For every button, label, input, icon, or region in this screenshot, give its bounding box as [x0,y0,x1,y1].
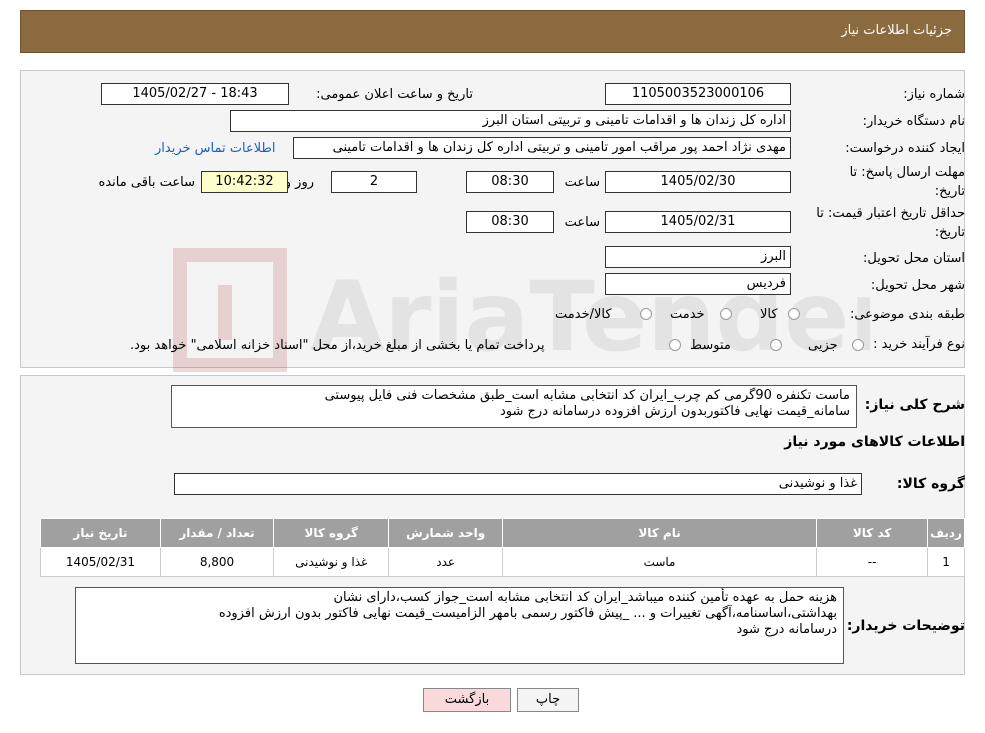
process-radio-medium[interactable] [770,339,782,351]
announce-value: 1405/02/27 - 18:43 [132,86,258,101]
description-line-1: ماست تکنفره 90گرمی کم چرب_ایران کد انتخا… [324,388,850,403]
goods-table-header: ردیف کد کالا نام کالا واحد شمارش گروه کا… [40,518,965,548]
description-textarea[interactable]: ماست تکنفره 90گرمی کم چرب_ایران کد انتخا… [171,385,857,428]
category-label: طبقه بندی موضوعی: [849,307,965,322]
payment-note: پرداخت تمام یا بخشی از مبلغ خرید،از محل … [130,338,545,353]
cell-name: ماست [501,547,818,577]
province-field: البرز [605,246,791,268]
category-radio-both[interactable] [640,308,652,320]
city-field: فردیس [605,273,791,295]
validity-label-2: تاریخ: [934,225,965,240]
goods-section-title: اطلاعات کالاهای مورد نیاز [784,434,965,450]
category-radio-service[interactable] [720,308,732,320]
page-title: جزئیات اطلاعات نیاز [841,23,952,38]
col-unit: واحد شمارش [388,518,503,548]
announce-field: 1405/02/27 - 18:43 [101,83,289,105]
cell-date: 1405/02/31 [40,547,161,577]
col-name: نام کالا [501,518,818,548]
process-option-medium: متوسط [690,338,731,353]
process-option-minor: جزیی [808,338,838,353]
deadline-label-2: تاریخ: [934,184,965,199]
remaining-label: ساعت باقی مانده [98,175,195,190]
goods-group-field: غذا و نوشیدنی [174,473,862,495]
deadline-time-field: 08:30 [466,171,554,193]
col-group: گروه کالا [273,518,390,548]
process-label: نوع فرآیند خرید : [873,337,965,352]
buyer-notes-line-2: بهداشتی،اساسنامه،آگهی تغییرات و ... _پیش… [218,606,837,621]
city-label: شهر محل تحویل: [870,278,965,293]
print-button[interactable]: چاپ [517,688,579,712]
deadline-date-field: 1405/02/30 [605,171,791,193]
cell-row: 1 [927,547,965,577]
deadline-time-label: ساعت [564,175,600,190]
cell-quantity: 8,800 [159,547,275,577]
col-row: ردیف [927,518,965,548]
validity-time-label: ساعت [564,215,600,230]
buyer-notes-line-1: هزینه حمل به عهده تأمین کننده میباشد_ایر… [333,590,837,605]
buyer-org-field: اداره کل زندان ها و اقدامات تامینی و ترب… [230,110,791,132]
cell-unit: عدد [388,547,503,577]
category-option-goods: کالا [760,307,778,322]
creator-field: مهدی نژاد احمد پور مراقب امور تامینی و ت… [293,137,791,159]
buyer-notes-label: توضیحات خریدار: [846,618,965,634]
remaining-time-field: 10:42:32 [201,171,288,193]
deadline-label: مهلت ارسال پاسخ: تا [849,165,965,180]
days-field: 2 [331,171,417,193]
col-code: کد کالا [816,518,929,548]
category-radio-goods[interactable] [788,308,800,320]
goods-table: ردیف کد کالا نام کالا واحد شمارش گروه کا… [40,518,965,577]
goods-group-label: گروه کالا: [896,476,965,492]
validity-time-field: 08:30 [466,211,554,233]
need-number-label: شماره نیاز: [903,87,965,102]
buyer-org-label: نام دستگاه خریدار: [862,114,965,129]
col-date: تاریخ نیاز [40,518,161,548]
buyer-notes-textarea[interactable]: هزینه حمل به عهده تأمین کننده میباشد_ایر… [75,587,844,664]
province-label: استان محل تحویل: [863,251,965,266]
col-quantity: تعداد / مقدار [159,518,275,548]
creator-label: ایجاد کننده درخواست: [845,141,965,156]
validity-label: حداقل تاریخ اعتبار قیمت: تا [816,206,965,221]
description-line-2: سامانه_قیمت نهایی فاکتوربدون ارزش افزوده… [500,404,850,419]
page-header: جزئیات اطلاعات نیاز [20,10,965,53]
category-option-both: کالا/خدمت [555,307,612,322]
days-label: روز و [284,175,314,190]
process-radio-minor[interactable] [852,339,864,351]
announce-label: تاریخ و ساعت اعلان عمومی: [316,87,473,102]
table-row: 1 -- ماست عدد غذا و نوشیدنی 8,800 1405/0… [40,547,965,577]
validity-date-field: 1405/02/31 [605,211,791,233]
back-button[interactable]: بازگشت [423,688,511,712]
cell-code: -- [816,547,929,577]
need-number-field: 1105003523000106 [605,83,791,105]
category-option-service: خدمت [670,307,705,322]
description-label: شرح کلی نیاز: [864,397,965,413]
process-radio-treasury[interactable] [669,339,681,351]
buyer-notes-line-3: درسامانه درج شود [736,622,837,637]
contact-buyer-link[interactable]: اطلاعات تماس خریدار [155,141,275,156]
cell-group: غذا و نوشیدنی [273,547,390,577]
